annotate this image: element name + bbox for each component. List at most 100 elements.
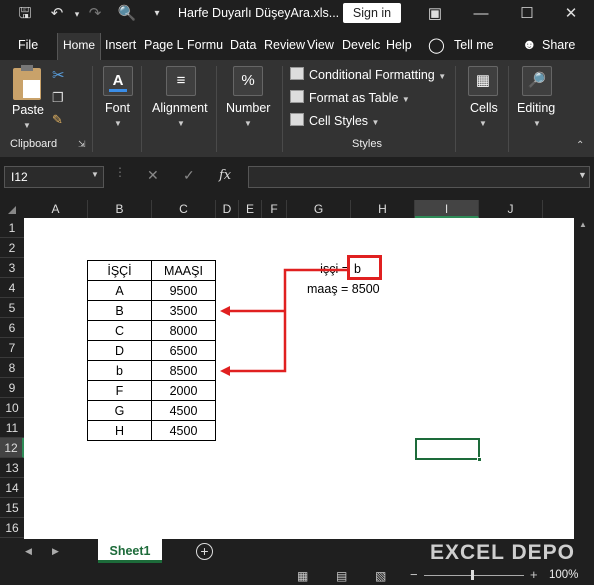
enter-icon[interactable]: ✓ bbox=[183, 167, 195, 184]
print-preview-icon[interactable]: 🔍 bbox=[116, 4, 138, 24]
row-header-4[interactable]: 4 bbox=[0, 278, 24, 298]
worksheet[interactable]: İŞÇİ MAAŞI A 9500 B 3500 C 8000 D 6500 b 8500… bbox=[24, 218, 574, 539]
ribbon-display-icon[interactable]: ▣ bbox=[424, 4, 446, 24]
paste-dropdown-icon[interactable]: ▼ bbox=[23, 121, 31, 130]
cancel-icon[interactable]: ✕ bbox=[147, 167, 159, 184]
row-header-12[interactable]: 12 bbox=[0, 438, 24, 458]
font-dropdown-icon[interactable]: ▼ bbox=[114, 119, 122, 128]
undo-icon[interactable]: ↶ bbox=[46, 4, 68, 24]
column-header-f[interactable]: F bbox=[262, 200, 287, 218]
divider bbox=[141, 66, 142, 152]
column-header-a[interactable]: A bbox=[24, 200, 88, 218]
tab-help[interactable]: Help bbox=[386, 38, 412, 54]
editing-button[interactable]: Editing bbox=[517, 101, 555, 115]
normal-view-icon[interactable]: ▦ bbox=[297, 569, 308, 583]
row-header-13[interactable]: 13 bbox=[0, 458, 24, 478]
formula-input[interactable] bbox=[248, 166, 590, 188]
name-box[interactable]: I12 bbox=[4, 166, 104, 188]
scroll-up-icon[interactable]: ▲ bbox=[579, 220, 587, 229]
row-header-8[interactable]: 8 bbox=[0, 358, 24, 378]
alignment-dropdown-icon[interactable]: ▼ bbox=[177, 119, 185, 128]
zoom-slider-thumb[interactable] bbox=[471, 570, 474, 580]
zoom-level[interactable]: 100% bbox=[549, 569, 578, 581]
cell-styles-button[interactable]: Cell Styles ▼ bbox=[309, 114, 379, 128]
alignment-icon[interactable]: ≡ bbox=[166, 66, 196, 96]
dialog-launcher-icon[interactable]: ⇲ bbox=[78, 139, 86, 150]
customize-toolbar-icon[interactable]: ▾ bbox=[146, 4, 168, 24]
conditional-formatting-button[interactable]: Conditional Formatting ▼ bbox=[309, 68, 446, 82]
alignment-button[interactable]: Alignment bbox=[152, 101, 208, 115]
row-header-14[interactable]: 14 bbox=[0, 478, 24, 498]
save-icon[interactable]: 🖫 bbox=[14, 4, 36, 24]
column-header-e[interactable]: E bbox=[239, 200, 262, 218]
number-dropdown-icon[interactable]: ▼ bbox=[244, 119, 252, 128]
tab-view[interactable]: View bbox=[307, 38, 334, 54]
page-layout-view-icon[interactable]: ▤ bbox=[336, 569, 347, 583]
copy-icon[interactable]: ❐ bbox=[52, 90, 64, 106]
vertical-scrollbar[interactable] bbox=[574, 218, 594, 539]
tab-file[interactable]: File bbox=[18, 38, 38, 54]
column-header-h[interactable]: H bbox=[351, 200, 415, 218]
number-button[interactable]: Number bbox=[226, 101, 270, 115]
column-header-c[interactable]: C bbox=[152, 200, 216, 218]
zoom-out-icon[interactable]: − bbox=[410, 567, 418, 582]
tab-page-layout[interactable]: Page L bbox=[144, 38, 184, 54]
select-all-corner[interactable] bbox=[8, 206, 16, 214]
insert-function-icon[interactable]: fx bbox=[219, 168, 231, 183]
expand-formula-icon[interactable]: ▼ bbox=[578, 170, 587, 180]
row-header-6[interactable]: 6 bbox=[0, 318, 24, 338]
row-header-10[interactable]: 10 bbox=[0, 398, 24, 418]
cut-icon[interactable]: ✂ bbox=[52, 66, 65, 84]
font-icon[interactable]: A bbox=[103, 66, 133, 96]
editing-icon[interactable]: 🔎 bbox=[522, 66, 552, 96]
number-format-icon[interactable]: % bbox=[233, 66, 263, 96]
tab-insert[interactable]: Insert bbox=[105, 38, 136, 54]
fill-handle[interactable] bbox=[477, 457, 482, 462]
column-header-b[interactable]: B bbox=[88, 200, 152, 218]
maximize-icon[interactable]: ☐ bbox=[516, 4, 538, 24]
tab-developer[interactable]: Develc bbox=[342, 38, 380, 54]
row-header-2[interactable]: 2 bbox=[0, 238, 24, 258]
row-header-1[interactable]: 1 bbox=[0, 218, 24, 238]
editing-dropdown-icon[interactable]: ▼ bbox=[533, 119, 541, 128]
column-header-d[interactable]: D bbox=[216, 200, 239, 218]
row-header-3[interactable]: 3 bbox=[0, 258, 24, 278]
zoom-in-icon[interactable]: + bbox=[530, 567, 538, 582]
tell-me-search[interactable]: Tell me bbox=[454, 38, 494, 54]
tab-formulas[interactable]: Formu bbox=[187, 38, 223, 54]
sign-in-button[interactable]: Sign in bbox=[343, 3, 401, 23]
format-as-table-button[interactable]: Format as Table ▼ bbox=[309, 91, 410, 105]
paste-icon[interactable] bbox=[13, 65, 41, 100]
column-header-i[interactable]: I bbox=[415, 200, 479, 218]
row-header-15[interactable]: 15 bbox=[0, 498, 24, 518]
column-header-g[interactable]: G bbox=[287, 200, 351, 218]
share-button[interactable]: Share bbox=[542, 38, 575, 54]
row-header-5[interactable]: 5 bbox=[0, 298, 24, 318]
column-header-j[interactable]: J bbox=[479, 200, 543, 218]
paste-button[interactable]: Paste bbox=[12, 103, 44, 117]
minimize-icon[interactable]: — bbox=[470, 4, 492, 24]
scroll-tabs-right-icon[interactable]: ▶ bbox=[52, 546, 59, 557]
row-header-7[interactable]: 7 bbox=[0, 338, 24, 358]
tab-home[interactable]: Home bbox=[57, 33, 101, 60]
name-box-dropdown-icon[interactable]: ▼ bbox=[91, 170, 99, 179]
font-button[interactable]: Font bbox=[105, 101, 130, 115]
sheet-tab-sheet1[interactable]: Sheet1 bbox=[98, 539, 162, 563]
row-header-9[interactable]: 9 bbox=[0, 378, 24, 398]
active-cell-i12[interactable] bbox=[415, 438, 482, 462]
zoom-slider[interactable] bbox=[424, 575, 524, 576]
cells-dropdown-icon[interactable]: ▼ bbox=[479, 119, 487, 128]
redo-icon[interactable]: ↷ bbox=[84, 4, 106, 24]
collapse-ribbon-icon[interactable]: ⌃ bbox=[576, 140, 584, 151]
page-break-view-icon[interactable]: ▧ bbox=[375, 569, 386, 583]
format-painter-icon[interactable]: ✎ bbox=[52, 112, 63, 128]
row-header-16[interactable]: 16 bbox=[0, 518, 24, 538]
row-header-11[interactable]: 11 bbox=[0, 418, 24, 438]
tab-review[interactable]: Review bbox=[264, 38, 305, 54]
cells-button[interactable]: Cells bbox=[470, 101, 498, 115]
tab-data[interactable]: Data bbox=[230, 38, 256, 54]
cells-icon[interactable]: ▦ bbox=[468, 66, 498, 96]
add-sheet-icon[interactable]: + bbox=[196, 543, 213, 560]
close-icon[interactable]: ✕ bbox=[560, 4, 582, 24]
scroll-tabs-left-icon[interactable]: ◀ bbox=[25, 546, 32, 557]
